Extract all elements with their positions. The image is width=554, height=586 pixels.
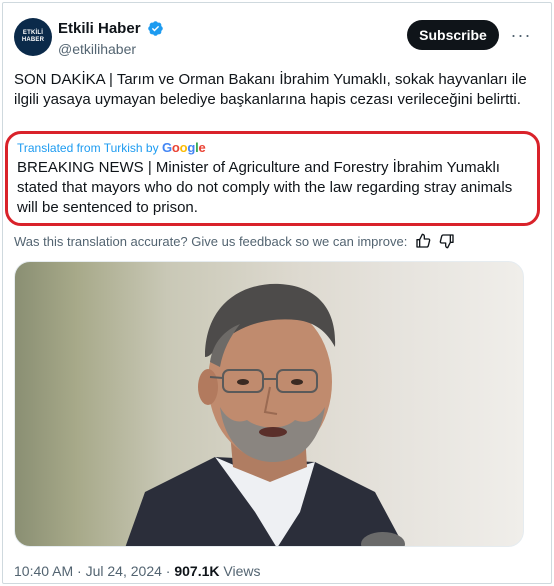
author-names: Etkili Haber @etkilihaber — [58, 20, 164, 57]
handle[interactable]: @etkilihaber — [58, 41, 164, 57]
translated-text: BREAKING NEWS | Minister of Agriculture … — [17, 159, 513, 216]
display-name[interactable]: Etkili Haber — [58, 20, 141, 37]
verified-badge-icon — [148, 21, 163, 37]
feedback-prompt: Was this translation accurate? Give us f… — [14, 233, 408, 249]
tweet-header: ETKİLİ HABER Etkili Haber @etkilihaber S… — [14, 18, 534, 60]
translated-from-label[interactable]: Translated from Turkish by Google — [17, 140, 206, 155]
meta-separator-2: · — [165, 563, 171, 579]
tweet-photo[interactable] — [14, 261, 524, 547]
tweet-date[interactable]: Jul 24, 2024 — [86, 563, 162, 579]
translation-feedback: Was this translation accurate? Give us f… — [14, 233, 455, 249]
more-horizontal-icon[interactable]: ··· — [509, 24, 533, 46]
views-label: Views — [223, 563, 261, 579]
tweet-time[interactable]: 10:40 AM — [14, 563, 73, 579]
tweet-text: SON DAKİKA | Tarım ve Orman Bakanı İbrah… — [14, 71, 527, 108]
thumbs-up-icon[interactable] — [415, 233, 431, 249]
google-logo: Google — [161, 140, 206, 155]
meta-separator-1: · — [77, 563, 82, 579]
translation-highlight-box: Translated from Turkish by Google BREAKI… — [5, 131, 540, 226]
photo-illustration — [125, 283, 405, 546]
translated-from-text: Translated from Turkish by — [17, 141, 159, 155]
avatar-text-line2: HABER — [21, 37, 45, 43]
thumbs-down-icon[interactable] — [439, 233, 455, 249]
subscribe-button[interactable]: Subscribe — [407, 20, 499, 50]
avatar-text-line1: ETKİLİ — [22, 30, 44, 36]
avatar[interactable]: ETKİLİ HABER — [14, 18, 52, 56]
views-count: 907.1K — [174, 563, 220, 579]
tweet-timestamp: 10:40 AM · Jul 24, 2024 · 907.1K Views — [14, 563, 261, 579]
